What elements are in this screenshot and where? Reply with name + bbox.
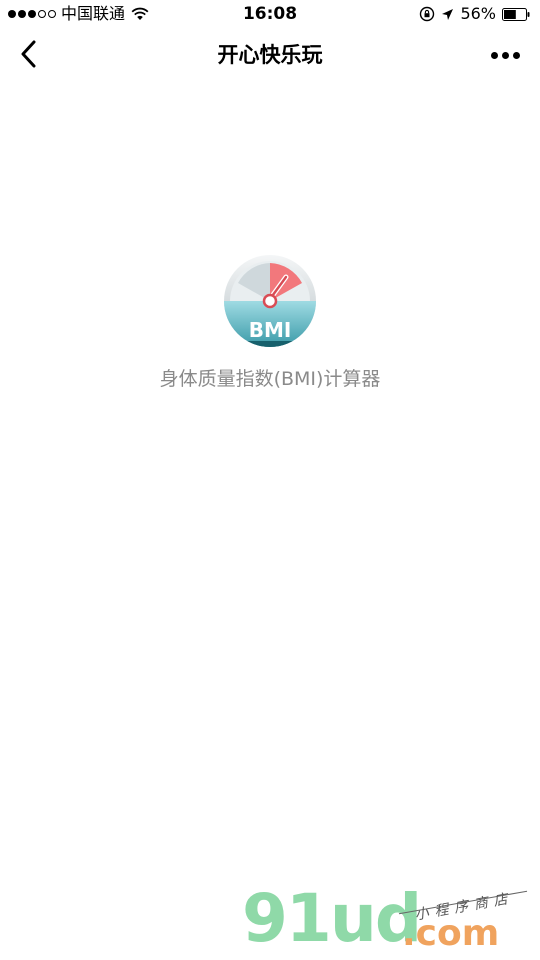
status-right: 56% xyxy=(419,0,530,28)
bmi-icon-label: BMI xyxy=(249,318,292,342)
location-arrow-icon xyxy=(442,8,454,20)
status-bar: 中国联通 16:08 56% xyxy=(0,0,540,28)
more-dots-icon xyxy=(490,51,498,59)
page-title: 开心快乐玩 xyxy=(217,43,323,67)
watermark: 91ud 小程序商店 .com xyxy=(238,880,540,960)
bmi-gauge-icon[interactable]: BMI xyxy=(224,255,316,347)
app-name[interactable]: 身体质量指数(BMI)计算器 xyxy=(120,364,420,391)
battery-percent: 56% xyxy=(460,4,496,23)
rotation-lock-icon xyxy=(420,6,435,22)
watermark-brand: 91ud xyxy=(242,880,422,957)
app-tile[interactable]: BMI 身体质量指数(BMI)计算器 xyxy=(120,252,420,402)
watermark-suffix: .com xyxy=(402,913,500,954)
more-button[interactable] xyxy=(488,42,522,68)
nav-bar: 开心快乐玩 xyxy=(0,28,540,82)
screen: 中国联通 16:08 56% 开心快乐玩 BMI 身体质量指数(BMI)计算器 … xyxy=(0,0,540,960)
battery-icon xyxy=(502,7,530,21)
